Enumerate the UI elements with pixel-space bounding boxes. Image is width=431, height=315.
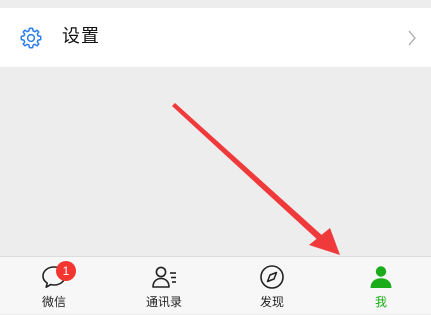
compass-icon bbox=[260, 265, 284, 289]
chevron-right-icon bbox=[408, 30, 416, 46]
contacts-icon bbox=[152, 266, 176, 288]
settings-label: 设置 bbox=[62, 26, 100, 47]
tab-label-chats: 微信 bbox=[41, 295, 66, 309]
empty-area bbox=[0, 67, 431, 256]
gear-icon bbox=[20, 27, 42, 49]
tab-contacts[interactable]: 通讯录 bbox=[124, 257, 204, 315]
tab-me[interactable]: 我 bbox=[341, 257, 421, 315]
tab-label-me: 我 bbox=[374, 295, 387, 309]
bottom-tab-bar: 1 微信 通讯录 发现 我 bbox=[0, 256, 431, 314]
tab-chats[interactable]: 1 微信 bbox=[14, 257, 94, 315]
tab-label-discover: 发现 bbox=[259, 295, 284, 309]
person-icon bbox=[370, 266, 392, 288]
tab-discover[interactable]: 发现 bbox=[232, 257, 312, 315]
tab-label-contacts: 通讯录 bbox=[145, 295, 182, 309]
top-strip bbox=[0, 0, 431, 8]
settings-row[interactable]: 设置 bbox=[0, 8, 431, 67]
unread-badge: 1 bbox=[56, 261, 76, 281]
